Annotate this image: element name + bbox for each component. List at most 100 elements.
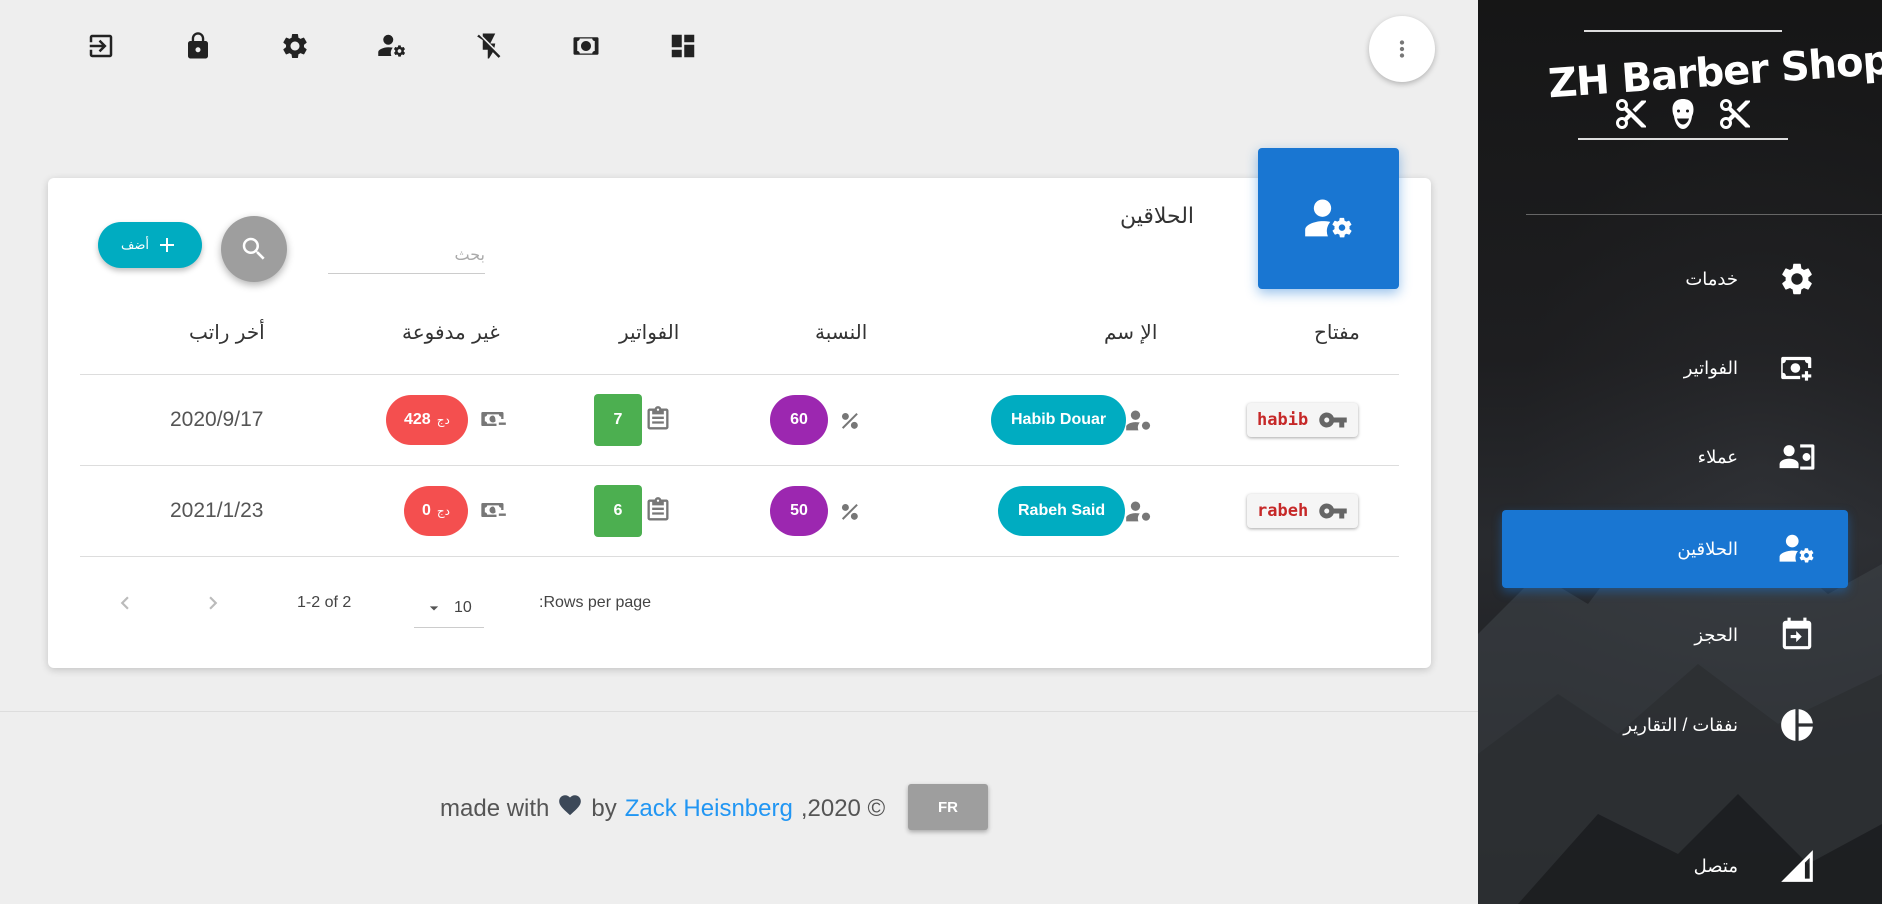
sidebar-item-label: الحلاقين xyxy=(1677,538,1738,559)
key-chip: habib xyxy=(1247,403,1359,437)
more-vert-icon xyxy=(1399,40,1405,58)
footer-credits: made with by Zack Heisnberg ,2020 © xyxy=(440,792,885,825)
page-title: الحلاقين xyxy=(1120,203,1195,228)
column-header-key[interactable]: مفتاح xyxy=(1314,320,1360,344)
currency-label: دج xyxy=(436,504,450,518)
column-header-invoices[interactable]: الفواتير xyxy=(619,320,679,344)
sidebar-item-label: خدمات xyxy=(1685,268,1738,289)
column-header-name[interactable]: الإ سم xyxy=(1104,320,1157,344)
user-settings-icon xyxy=(1125,407,1153,435)
clipboard-icon xyxy=(644,405,672,433)
barber-name-button[interactable]: Rabeh Said xyxy=(998,486,1126,536)
card-header-icon xyxy=(1258,148,1399,289)
search-button[interactable] xyxy=(221,216,287,282)
author-link[interactable]: Zack Heisnberg xyxy=(625,795,793,823)
sidebar: ZH Barber Shop خدمات الفواتير عملاء الحل… xyxy=(1478,0,1882,904)
signal-icon xyxy=(1781,850,1813,882)
money-icon[interactable] xyxy=(569,26,603,66)
header-divider xyxy=(80,374,1399,375)
scissors-icon xyxy=(1720,99,1750,129)
barber-face-icon xyxy=(1672,99,1694,129)
row-divider xyxy=(80,556,1399,557)
unpaid-amount: 0 xyxy=(422,502,431,519)
sidebar-item-label: متصل xyxy=(1693,855,1738,876)
sidebar-item-booking[interactable]: الحجز xyxy=(1502,596,1848,674)
next-page-button[interactable] xyxy=(198,588,228,618)
search-field[interactable] xyxy=(328,228,485,274)
sidebar-item-services[interactable]: خدمات xyxy=(1502,240,1848,318)
key-icon xyxy=(1319,503,1347,519)
language-toggle-button[interactable]: FR xyxy=(908,784,988,830)
money-off-icon xyxy=(479,405,507,433)
barber-key: rabeh xyxy=(1257,501,1309,521)
currency-label: دج xyxy=(436,413,450,427)
clients-icon xyxy=(1779,444,1815,470)
clipboard-icon xyxy=(644,496,672,524)
key-icon xyxy=(1319,412,1347,428)
search-icon xyxy=(242,237,265,260)
gear-icon xyxy=(1782,263,1812,295)
user-settings-icon xyxy=(1125,498,1153,526)
unpaid-amount-badge[interactable]: 0 دج xyxy=(404,486,468,536)
pie-chart-icon xyxy=(1781,709,1813,741)
flash-off-icon[interactable] xyxy=(472,26,506,66)
footer-by: by xyxy=(591,794,617,822)
unpaid-amount: 428 xyxy=(404,411,431,428)
dashboard-icon[interactable] xyxy=(666,26,700,66)
plus-icon xyxy=(160,238,175,252)
percent-badge: 60 xyxy=(770,395,828,445)
barber-settings-icon xyxy=(1304,199,1352,237)
user-settings-icon[interactable] xyxy=(375,26,409,66)
chevron-left-icon xyxy=(120,596,129,610)
top-toolbar xyxy=(84,26,763,66)
rows-per-page-value: 10 xyxy=(454,598,472,616)
lock-icon[interactable] xyxy=(181,26,215,66)
add-barber-button[interactable]: أضف xyxy=(98,222,202,268)
previous-page-button[interactable] xyxy=(110,588,140,618)
footer-made-with: made with xyxy=(440,794,550,822)
footer-year: ,2020 © xyxy=(800,794,886,822)
barber-settings-icon xyxy=(1779,534,1814,563)
brand-logo: ZH Barber Shop xyxy=(1547,30,1882,180)
sidebar-item-expenses-reports[interactable]: نفقات / التقارير xyxy=(1502,686,1848,764)
more-menu-button[interactable] xyxy=(1369,16,1435,82)
rows-per-page-label: :Rows per page xyxy=(539,594,652,611)
add-button-label: أضف xyxy=(120,237,150,252)
rows-per-page-select[interactable]: 10 xyxy=(414,588,484,628)
sidebar-item-invoices[interactable]: الفواتير xyxy=(1502,329,1848,407)
barber-name-button[interactable]: Habib Douar xyxy=(991,395,1127,445)
percent-icon xyxy=(836,407,864,435)
invoices-count-badge[interactable]: 7 xyxy=(594,394,642,446)
sidebar-item-label: الفواتير xyxy=(1683,357,1738,378)
key-chip: rabeh xyxy=(1247,494,1359,528)
sidebar-item-connected[interactable]: متصل xyxy=(1502,827,1848,904)
money-off-icon xyxy=(479,496,507,524)
last-salary-date: 2021/1/23 xyxy=(170,499,264,522)
column-header-unpaid[interactable]: غير مدفوعة xyxy=(402,320,500,344)
calendar-icon xyxy=(1782,617,1812,650)
sidebar-divider xyxy=(1526,214,1882,215)
last-salary-date: 2020/9/17 xyxy=(170,408,264,431)
sidebar-item-label: عملاء xyxy=(1697,446,1738,467)
percent-icon xyxy=(836,498,864,526)
column-header-percent[interactable]: النسبة xyxy=(815,320,867,344)
logout-icon[interactable] xyxy=(84,26,118,66)
barber-key: habib xyxy=(1257,410,1309,430)
unpaid-amount-badge[interactable]: 428 دج xyxy=(386,395,468,445)
heart-icon xyxy=(557,792,583,825)
sidebar-item-label: نفقات / التقارير xyxy=(1623,714,1738,735)
gear-icon[interactable] xyxy=(278,26,312,66)
column-header-last-salary[interactable]: أخر راتب xyxy=(189,320,265,344)
percent-badge: 50 xyxy=(770,486,828,536)
invoices-count-badge[interactable]: 6 xyxy=(594,485,642,537)
dropdown-arrow-icon xyxy=(429,605,439,610)
footer-divider xyxy=(0,711,1478,712)
sidebar-item-clients[interactable]: عملاء xyxy=(1502,418,1848,496)
chevron-right-icon xyxy=(209,596,218,610)
add-money-icon xyxy=(1781,356,1812,381)
search-input[interactable] xyxy=(328,228,485,273)
sidebar-item-barbers[interactable]: الحلاقين xyxy=(1502,510,1848,588)
sidebar-item-label: الحجز xyxy=(1694,624,1738,645)
row-divider xyxy=(80,465,1399,466)
pagination-range: 1-2 of 2 xyxy=(297,594,352,611)
